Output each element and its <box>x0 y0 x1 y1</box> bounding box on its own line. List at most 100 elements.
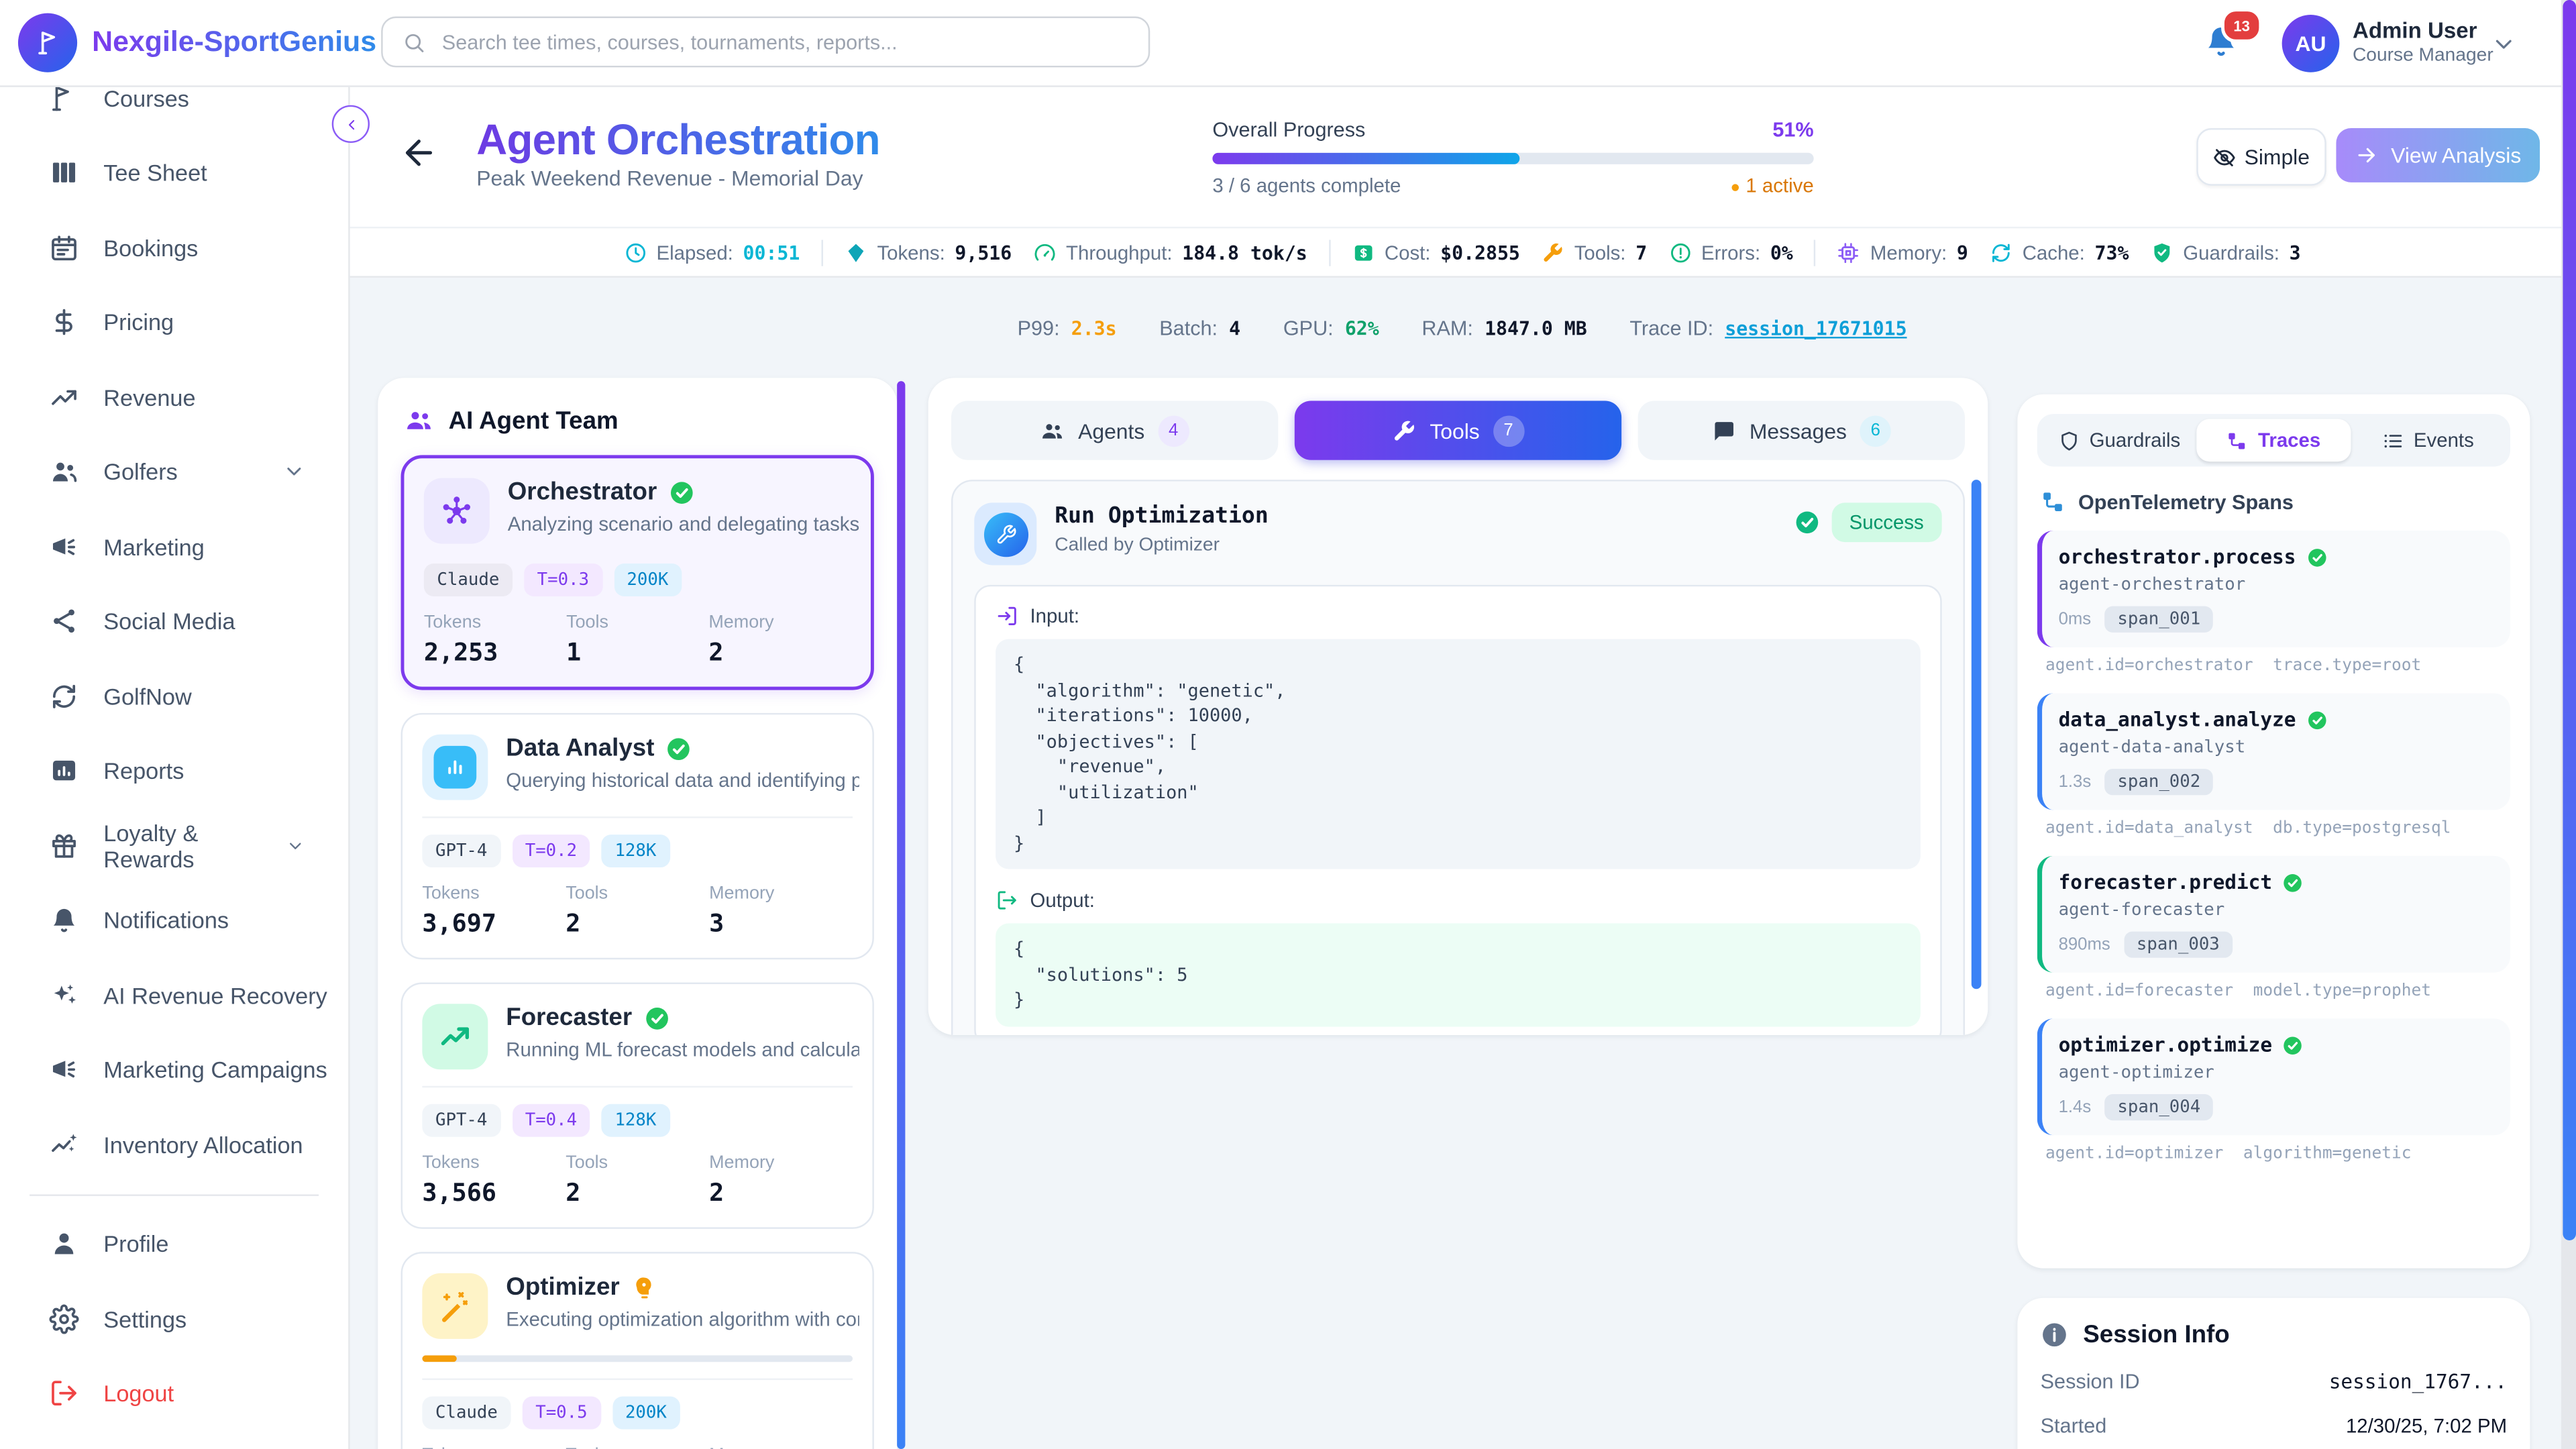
sidebar-item-courses[interactable]: Courses <box>0 85 348 136</box>
sidebar-item-logout[interactable]: Logout <box>0 1356 348 1431</box>
active-agents: ● 1 active <box>1730 174 1813 197</box>
alert-circle-icon <box>1668 241 1691 264</box>
search-input[interactable] <box>439 29 1129 55</box>
agent-stat-tokens: Tokens3,697 <box>422 884 566 938</box>
span-card[interactable]: optimizer.optimize agent-optimizer 1.4s … <box>2037 1018 2510 1135</box>
agent-stat-memory: Memory2 <box>709 1446 853 1449</box>
agent-stat-tools: Tools1 <box>566 612 708 667</box>
agent-stat-tools: Tools2 <box>566 1153 709 1208</box>
agent-list-scrollbar[interactable] <box>897 381 905 1449</box>
info-icon <box>2041 1321 2069 1349</box>
golf-flag-icon <box>49 85 78 113</box>
agent-card-orchestrator[interactable]: Orchestrator Analyzing scenario and dele… <box>401 455 874 690</box>
tab-events[interactable]: Events <box>2351 419 2505 462</box>
sidebar-item-bookings[interactable]: Bookings <box>0 210 348 284</box>
trace-id-link[interactable]: session_17671015 <box>1725 317 1907 340</box>
megaphone-icon <box>49 532 78 561</box>
search-bar[interactable] <box>381 16 1150 67</box>
agent-desc: Running ML forecast models and calculati… <box>506 1038 859 1061</box>
agent-card-forecaster[interactable]: Forecaster Running ML forecast models an… <box>401 982 874 1228</box>
bar-chart-icon <box>442 754 468 780</box>
agent-team-header: AI Agent Team <box>404 406 873 435</box>
sidebar-item-reports[interactable]: Reports <box>0 733 348 808</box>
sidebar-item-profile[interactable]: Profile <box>0 1207 348 1281</box>
check-circle-icon <box>1793 509 1819 535</box>
bell-icon <box>49 906 78 935</box>
sidebar-nav: Courses Tee Sheet Bookings Pricing Reven… <box>0 85 348 1431</box>
agent-desc: Analyzing scenario and delegating tasks <box>508 513 859 535</box>
sidebar-item-marketing-campaigns[interactable]: Marketing Campaigns <box>0 1032 348 1107</box>
sidebar-item-loyalty-rewards[interactable]: Loyalty & Rewards <box>0 808 348 883</box>
sidebar-item-golfers[interactable]: Golfers <box>0 435 348 509</box>
agent-card-data-analyst[interactable]: Data Analyst Querying historical data an… <box>401 713 874 959</box>
sidebar-collapse-button[interactable] <box>332 105 370 143</box>
gift-icon <box>49 831 78 861</box>
sidebar-item-golfnow[interactable]: GolfNow <box>0 659 348 733</box>
metric-gpu: GPU:62% <box>1283 317 1379 340</box>
trace-spans-icon <box>2227 429 2249 451</box>
brand-logo[interactable] <box>18 13 77 72</box>
metric-cache: Cache:73% <box>1990 241 2129 264</box>
span-duration: 1.3s <box>2059 772 2092 792</box>
agent-stat-tools: Tools2 <box>566 884 709 938</box>
tab-guardrails[interactable]: Guardrails <box>2042 419 2196 462</box>
gauge-icon <box>1033 241 1056 264</box>
span-id-badge: span_003 <box>2123 932 2233 958</box>
check-circle-icon <box>2282 871 2304 893</box>
span-card[interactable]: data_analyst.analyze agent-data-analyst … <box>2037 693 2510 810</box>
sidebar-item-notifications[interactable]: Notifications <box>0 883 348 957</box>
workspace-scrollbar[interactable] <box>1972 480 1982 989</box>
simple-toggle-button[interactable]: Simple <box>2196 128 2326 186</box>
brand-name: Nexgile-SportGenius <box>92 25 376 59</box>
overall-progress: Overall Progress 51% 3 / 6 agents comple… <box>1212 118 1813 197</box>
magic-wand-icon <box>437 1288 473 1324</box>
top-bar: Nexgile-SportGenius 13 AU Admin User Cou… <box>0 0 2576 87</box>
agent-stat-tokens: Tokens0 <box>422 1446 566 1449</box>
arrow-left-icon <box>399 133 439 172</box>
tab-agents[interactable]: Agents 4 <box>951 401 1278 460</box>
view-analysis-button[interactable]: View Analysis <box>2336 128 2540 182</box>
agent-card-optimizer[interactable]: Optimizer Executing optimization algorit… <box>401 1252 874 1449</box>
agent-stat-tokens: Tokens2,253 <box>424 612 566 667</box>
shield-icon <box>2058 429 2080 451</box>
sidebar-item-inventory-allocation[interactable]: Inventory Allocation <box>0 1108 348 1182</box>
avatar[interactable]: AU <box>2282 15 2340 72</box>
search-icon <box>402 30 425 53</box>
sidebar-item-tee-sheet[interactable]: Tee Sheet <box>0 136 348 210</box>
sidebar-item-social-media[interactable]: Social Media <box>0 584 348 659</box>
span-card[interactable]: forecaster.predict agent-forecaster 890m… <box>2037 856 2510 973</box>
metric-guardrails: Guardrails:3 <box>2150 241 2300 264</box>
sidebar-item-settings[interactable]: Settings <box>0 1281 348 1356</box>
status-badge: Success <box>1831 502 1942 542</box>
tab-messages[interactable]: Messages 6 <box>1638 401 1965 460</box>
sidebar-item-ai-revenue-recovery[interactable]: AI Revenue Recovery <box>0 958 348 1032</box>
window-scrollbar[interactable] <box>2561 0 2576 1449</box>
back-button[interactable] <box>399 133 442 176</box>
wrench-icon <box>1392 418 1417 443</box>
model-badge: Claude <box>424 564 513 596</box>
dollar-icon <box>49 308 78 337</box>
logout-icon <box>49 1379 78 1408</box>
user-menu-chevron[interactable] <box>2491 32 2517 58</box>
agent-desc: Querying historical data and identifying… <box>506 769 859 792</box>
progress-bar <box>1212 153 1813 164</box>
span-duration: 0ms <box>2059 610 2092 629</box>
context-badge: 128K <box>602 835 669 867</box>
tab-tools[interactable]: Tools 7 <box>1295 401 1621 460</box>
tab-traces[interactable]: Traces <box>2196 419 2351 462</box>
metric-memory: Memory:9 <box>1837 241 1968 264</box>
refresh-icon <box>1990 241 2012 264</box>
span-attributes: agent.id=orchestrator trace.type=root <box>2045 657 2510 676</box>
thinking-icon <box>631 1274 657 1300</box>
notifications-button[interactable]: 13 <box>2203 23 2246 66</box>
session-info-panel: Session Info Session IDsession_1767... S… <box>2017 1298 2530 1449</box>
agent-desc: Executing optimization algorithm with co… <box>506 1307 859 1330</box>
spans-section-title: OpenTelemetry Spans <box>2041 490 2508 515</box>
sidebar-item-revenue[interactable]: Revenue <box>0 360 348 434</box>
sidebar-item-marketing[interactable]: Marketing <box>0 509 348 584</box>
sidebar-item-pricing[interactable]: Pricing <box>0 285 348 360</box>
progress-fill <box>1212 153 1519 164</box>
observability-tabs: Guardrails Traces Events <box>2037 414 2510 466</box>
span-card[interactable]: orchestrator.process agent-orchestrator … <box>2037 531 2510 647</box>
active-dot-icon: ● <box>1730 179 1740 197</box>
